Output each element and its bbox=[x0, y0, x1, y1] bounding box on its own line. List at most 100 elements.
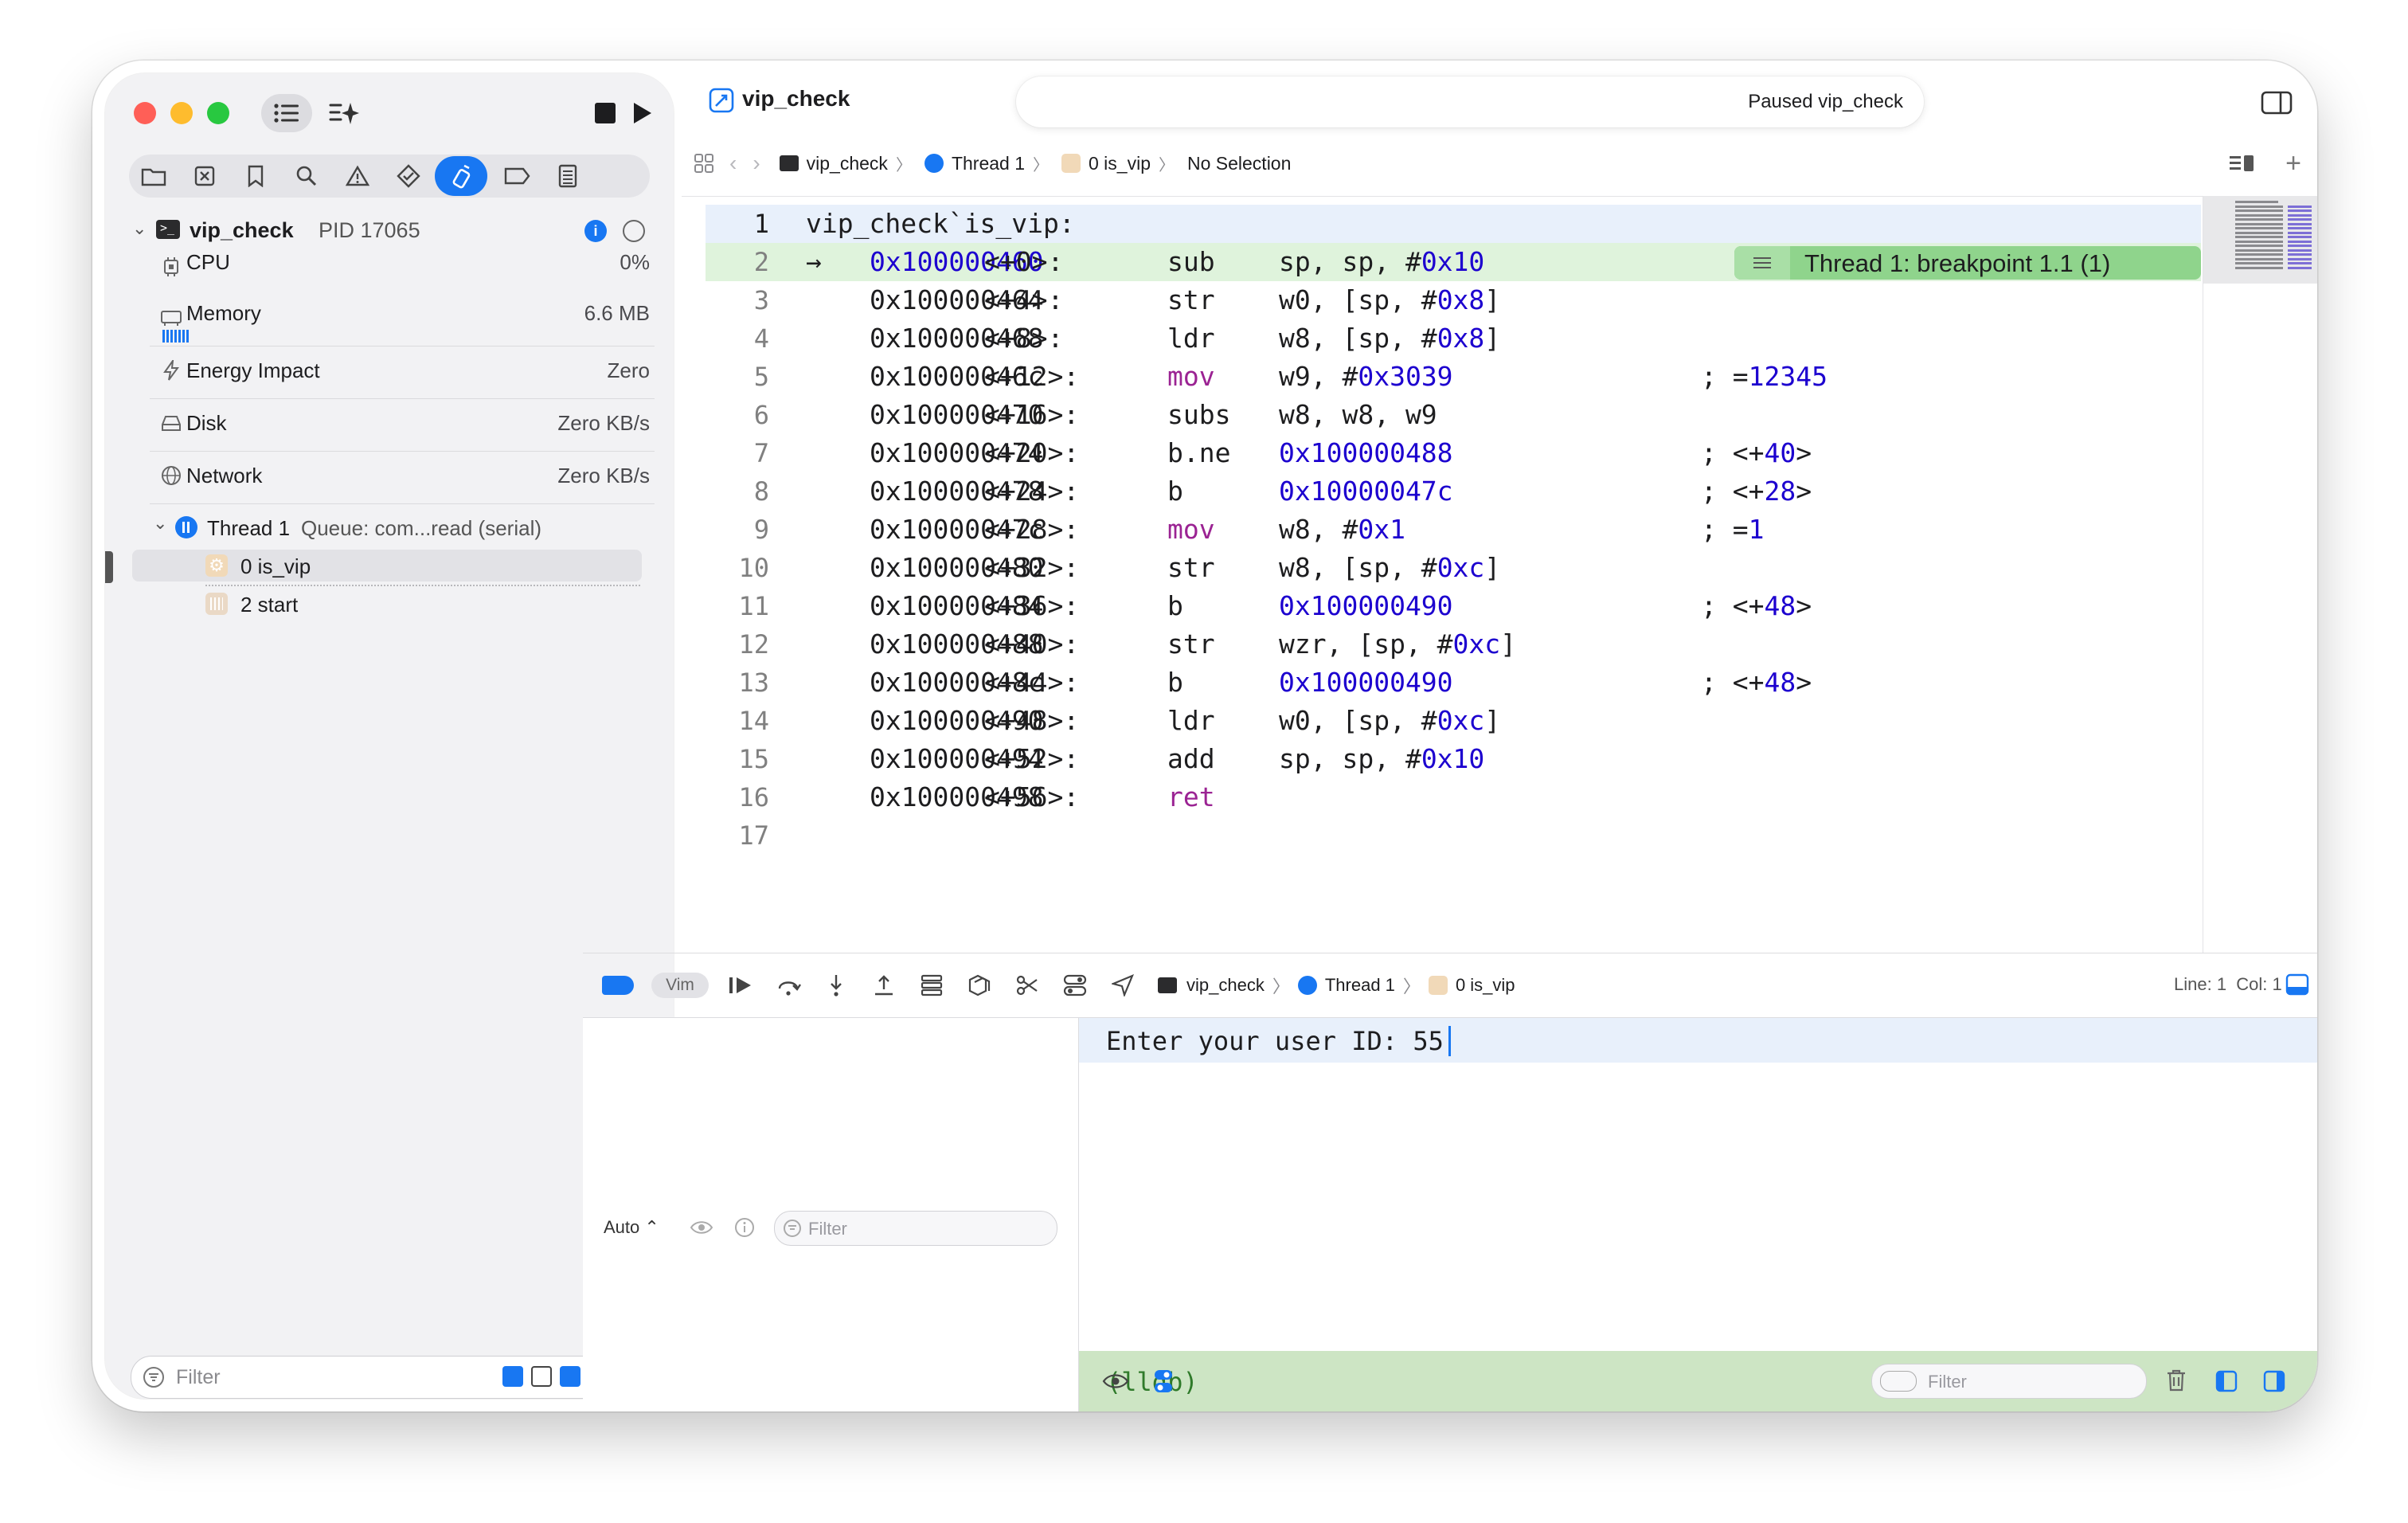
line-number[interactable]: 11 bbox=[682, 587, 769, 625]
code-line[interactable]: 11 0x100000484 <+36>: b 0x100000490; <+48> bbox=[682, 587, 2195, 625]
debug-crumb-label[interactable]: 0 is_vip bbox=[1456, 975, 1515, 996]
run-button[interactable] bbox=[624, 96, 659, 131]
coding-assistant-button[interactable] bbox=[322, 94, 366, 132]
hide-debug-area-button[interactable] bbox=[2285, 973, 2309, 996]
code-line[interactable]: 1 vip_check`is_vip: bbox=[682, 205, 2195, 243]
line-number[interactable]: 17 bbox=[682, 816, 769, 855]
add-editor-icon[interactable]: + bbox=[2285, 148, 2301, 179]
line-number[interactable]: 13 bbox=[682, 664, 769, 702]
navigator-toggle-button[interactable] bbox=[261, 94, 312, 132]
simulate-button[interactable] bbox=[1061, 971, 1089, 1000]
line-number[interactable]: 12 bbox=[682, 625, 769, 664]
code-line[interactable]: 10 0x100000480 <+32>: str w8, [sp, #0xc] bbox=[682, 549, 2195, 587]
environment-overrides-button[interactable] bbox=[1013, 971, 1042, 1000]
gauge-energy[interactable]: Energy Impact Zero bbox=[150, 350, 655, 399]
inspector-toggle-button[interactable] bbox=[2257, 84, 2297, 121]
code-line[interactable]: 2 → 0x100000460 <+0>: sub sp, sp, #0x10 bbox=[682, 243, 2195, 281]
code-line[interactable]: 12 0x100000488 <+40>: str wzr, [sp, #0xc] bbox=[682, 625, 2195, 664]
line-number[interactable]: 10 bbox=[682, 549, 769, 587]
console-filter-field[interactable]: Filter bbox=[1871, 1364, 2147, 1399]
line-number[interactable]: 15 bbox=[682, 740, 769, 778]
filter-menu-icon[interactable] bbox=[1880, 1371, 1917, 1392]
debug-navigator-tab[interactable] bbox=[435, 156, 487, 196]
disclosure-chevron-icon[interactable]: ⌄ bbox=[153, 513, 167, 534]
code-line[interactable]: 4 0x100000468 <+8>: ldr w8, [sp, #0x8] bbox=[682, 319, 2195, 358]
panel-left-icon[interactable] bbox=[2215, 1370, 2238, 1392]
step-into-button[interactable] bbox=[822, 971, 850, 1000]
bookmark-navigator-tab[interactable] bbox=[236, 156, 276, 196]
filter-option-icon[interactable] bbox=[502, 1366, 523, 1387]
variables-view[interactable]: Auto ⌃ Filter bbox=[583, 1018, 1077, 1411]
line-number[interactable]: 7 bbox=[682, 434, 769, 472]
code-line[interactable]: 17 bbox=[682, 816, 2195, 855]
line-number[interactable]: 16 bbox=[682, 778, 769, 816]
memory-graph-button[interactable] bbox=[965, 971, 994, 1000]
line-number[interactable]: 6 bbox=[682, 396, 769, 434]
project-navigator-tab[interactable] bbox=[134, 156, 174, 196]
code-line[interactable]: 7 0x100000474 <+20>: b.ne 0x100000488; <+40> bbox=[682, 434, 2195, 472]
eye-icon[interactable] bbox=[1102, 1372, 1129, 1391]
breadcrumb-selection[interactable]: No Selection bbox=[1187, 153, 1291, 174]
gauge-cpu[interactable]: CPU 0% bbox=[150, 247, 655, 292]
gauge-disk[interactable]: Disk Zero KB/s bbox=[150, 403, 655, 452]
threads-view-icon[interactable] bbox=[623, 220, 645, 242]
breadcrumb-frame[interactable]: 0 is_vip 〉 bbox=[1061, 152, 1182, 175]
simulate-location-button[interactable] bbox=[1108, 971, 1137, 1000]
filter-option-icon[interactable] bbox=[531, 1366, 552, 1387]
debug-crumb-label[interactable]: Thread 1 bbox=[1325, 975, 1395, 996]
minimap[interactable] bbox=[2203, 196, 2317, 953]
stack-frame-row[interactable]: 2 start bbox=[132, 588, 642, 620]
line-number[interactable]: 8 bbox=[682, 472, 769, 511]
code-line[interactable]: 3 0x100000464 <+4>: str w0, [sp, #0x8] bbox=[682, 281, 2195, 319]
filter-option-icon[interactable] bbox=[560, 1366, 580, 1387]
line-number[interactable]: 5 bbox=[682, 358, 769, 396]
step-out-button[interactable] bbox=[870, 971, 898, 1000]
console-view[interactable]: Enter your user ID: 55 (lldb) bbox=[1078, 1018, 2317, 1411]
breakpoint-navigator-tab[interactable] bbox=[497, 156, 537, 196]
issue-navigator-tab[interactable] bbox=[338, 156, 377, 196]
find-navigator-tab[interactable] bbox=[287, 156, 326, 196]
stop-button[interactable] bbox=[588, 96, 623, 131]
sidebar-filter-field[interactable]: Filter bbox=[131, 1356, 650, 1399]
minimize-window-button[interactable] bbox=[170, 102, 193, 124]
debug-crumb-label[interactable]: vip_check bbox=[1186, 975, 1265, 996]
continue-button[interactable] bbox=[726, 971, 755, 1000]
code-line[interactable]: 15 0x100000494 <+52>: add sp, sp, #0x10 bbox=[682, 740, 2195, 778]
code-line[interactable]: 16 0x100000498 <+56>: ret bbox=[682, 778, 2195, 816]
line-number[interactable]: 14 bbox=[682, 702, 769, 740]
back-chevron-icon[interactable]: ‹ bbox=[729, 151, 737, 176]
variables-filter-field[interactable]: Filter bbox=[774, 1211, 1057, 1246]
line-number[interactable]: 9 bbox=[682, 511, 769, 549]
panel-right-icon[interactable] bbox=[2263, 1370, 2285, 1392]
code-line[interactable]: 14 0x100000490 <+48>: ldr w0, [sp, #0xc] bbox=[682, 702, 2195, 740]
breakpoints-toggle-button[interactable] bbox=[602, 976, 634, 995]
editor-options-icon[interactable] bbox=[2228, 153, 2255, 174]
view-hierarchy-button[interactable] bbox=[917, 971, 946, 1000]
eye-icon[interactable] bbox=[690, 1219, 713, 1236]
code-line[interactable]: 6 0x100000470 <+16>: subs w8, w8, w9 bbox=[682, 396, 2195, 434]
stack-frame-row[interactable]: ⚙ 0 is_vip bbox=[132, 550, 642, 581]
line-number[interactable]: 2 bbox=[682, 243, 769, 281]
scope-selector[interactable]: Auto ⌃ bbox=[604, 1217, 659, 1238]
code-line[interactable]: 5 0x10000046c <+12>: mov w9, #0x3039; =12345 bbox=[682, 358, 2195, 396]
grid-icon[interactable] bbox=[693, 152, 715, 174]
disclosure-chevron-icon[interactable]: ⌄ bbox=[132, 218, 147, 239]
code-line[interactable]: 9 0x10000047c <+28>: mov w8, #0x1; =1 bbox=[682, 511, 2195, 549]
source-control-navigator-tab[interactable] bbox=[185, 156, 225, 196]
vim-mode-badge[interactable]: Vim bbox=[651, 973, 709, 998]
info-icon[interactable]: i bbox=[584, 220, 607, 242]
zoom-window-button[interactable] bbox=[207, 102, 229, 124]
disassembly-editor[interactable]: Thread 1: breakpoint 1.1 (1) 1 vip_check`… bbox=[682, 196, 2203, 953]
forward-chevron-icon[interactable]: › bbox=[752, 151, 760, 176]
line-number[interactable]: 4 bbox=[682, 319, 769, 358]
close-window-button[interactable] bbox=[134, 102, 156, 124]
line-number[interactable]: 1 bbox=[682, 205, 769, 243]
code-line[interactable]: 8 0x100000478 <+24>: b 0x10000047c; <+28> bbox=[682, 472, 2195, 511]
gauge-memory[interactable]: Memory 6.6 MB bbox=[150, 298, 655, 346]
trash-icon[interactable] bbox=[2166, 1368, 2187, 1392]
toggles-icon[interactable] bbox=[1151, 1368, 1175, 1394]
step-over-button[interactable] bbox=[774, 971, 803, 1000]
gauge-network[interactable]: Network Zero KB/s bbox=[150, 456, 655, 504]
process-row[interactable]: ⌄ >_ vip_check PID 17065 i bbox=[129, 215, 663, 247]
test-navigator-tab[interactable] bbox=[389, 156, 428, 196]
